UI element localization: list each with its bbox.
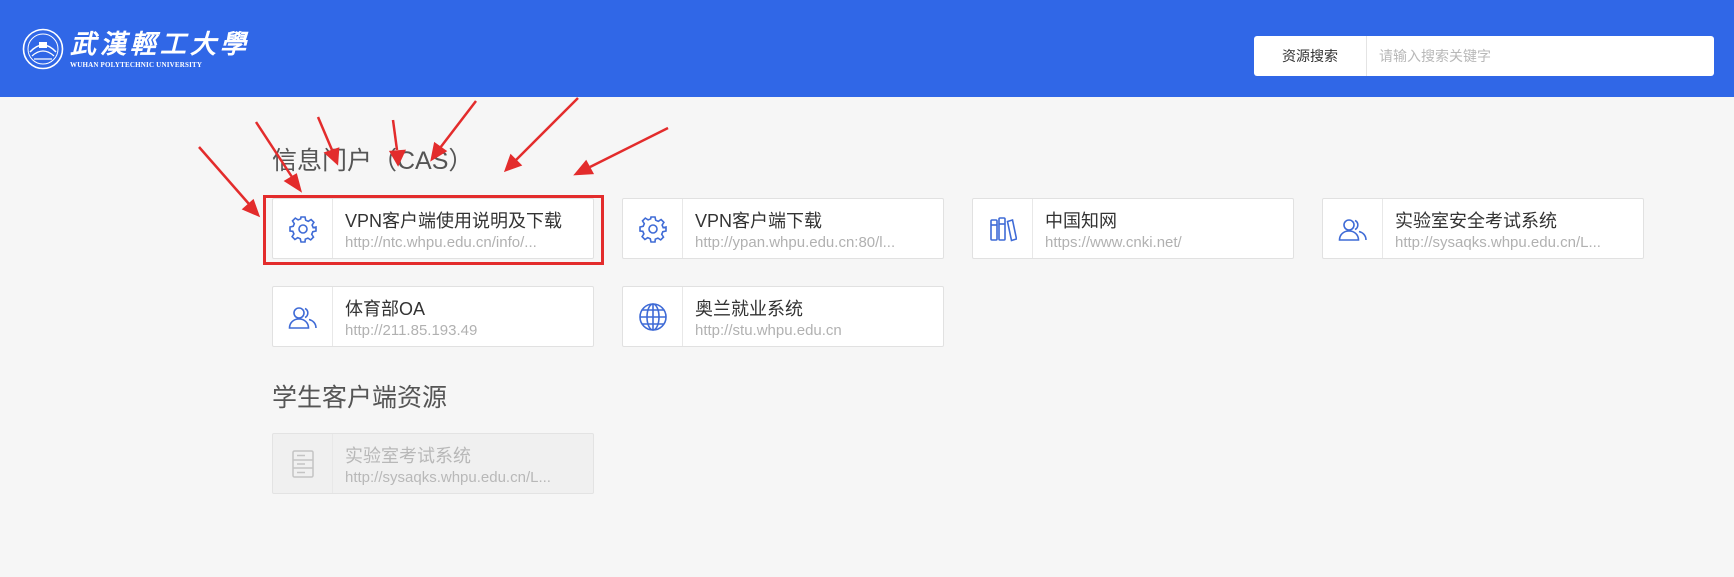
arrow-line	[515, 97, 579, 161]
card-lab-exam-system[interactable]: 实验室考试系统 http://sysaqks.whpu.edu.cn/L...	[272, 433, 594, 494]
arrow-head	[283, 173, 303, 193]
gear-icon	[638, 215, 667, 243]
card-icon-cell	[273, 287, 333, 346]
logo-english-name: WUHAN POLYTECHNIC UNIVERSITY	[70, 60, 203, 69]
gear-icon	[288, 215, 317, 243]
card-name: 体育部OA	[345, 299, 426, 319]
card-icon-cell	[623, 287, 683, 346]
resource-search-button[interactable]: 资源搜索	[1254, 36, 1367, 76]
card-icon-cell	[273, 199, 333, 258]
arrow-line	[198, 146, 250, 205]
university-logo[interactable]: 武漢輕工大學 WUHAN POLYTECHNIC UNIVERSITY	[22, 28, 250, 70]
university-seal-icon	[22, 28, 64, 70]
server-icon	[291, 449, 314, 478]
card-vpn-guide[interactable]: VPN客户端使用说明及下载 http://ntc.whpu.edu.cn/inf…	[272, 198, 594, 259]
users-icon	[1338, 218, 1367, 241]
card-url: http://stu.whpu.edu.cn	[695, 322, 842, 339]
books-icon	[989, 216, 1017, 242]
search-bar: 资源搜索	[1254, 36, 1714, 76]
card-employment-system[interactable]: 奥兰就业系统 http://stu.whpu.edu.cn	[622, 286, 944, 347]
card-url: http://ntc.whpu.edu.cn/info/...	[345, 234, 537, 251]
card-name: 奥兰就业系统	[695, 299, 803, 319]
header-bar: 武漢輕工大學 WUHAN POLYTECHNIC UNIVERSITY 资源搜索	[0, 0, 1734, 97]
arrow-line	[589, 126, 669, 169]
card-icon-cell	[623, 199, 683, 258]
card-icon-cell	[973, 199, 1033, 258]
card-icon-cell	[273, 434, 333, 493]
arrow-head	[573, 159, 595, 176]
card-icon-cell	[1323, 199, 1383, 258]
card-url: http://sysaqks.whpu.edu.cn/L...	[345, 469, 551, 486]
card-url: https://www.cnki.net/	[1045, 234, 1182, 251]
card-name: 实验室安全考试系统	[1395, 211, 1557, 231]
search-input[interactable]	[1367, 37, 1714, 75]
arrow-head	[241, 198, 261, 218]
card-name: VPN客户端下载	[695, 211, 823, 231]
card-url: http://sysaqks.whpu.edu.cn/L...	[1395, 234, 1601, 251]
card-cnki[interactable]: 中国知网 https://www.cnki.net/	[972, 198, 1294, 259]
users-icon	[288, 306, 317, 329]
card-vpn-download[interactable]: VPN客户端下载 http://ypan.whpu.edu.cn:80/l...	[622, 198, 944, 259]
logo-chinese-name: 武漢輕工大學	[70, 29, 251, 60]
card-sports-oa[interactable]: 体育部OA http://211.85.193.49	[272, 286, 594, 347]
card-name: 中国知网	[1045, 211, 1117, 231]
section-title-student-client: 学生客户端资源	[272, 384, 448, 412]
card-name: 实验室考试系统	[345, 446, 471, 466]
card-lab-safety-exam[interactable]: 实验室安全考试系统 http://sysaqks.whpu.edu.cn/L..…	[1322, 198, 1644, 259]
card-url: http://211.85.193.49	[345, 322, 478, 339]
section-title-cas: 信息门户（CAS）	[272, 147, 474, 175]
card-name: VPN客户端使用说明及下载	[345, 211, 563, 231]
card-url: http://ypan.whpu.edu.cn:80/l...	[695, 234, 896, 251]
globe-icon	[638, 302, 667, 331]
arrow-head	[503, 153, 523, 173]
